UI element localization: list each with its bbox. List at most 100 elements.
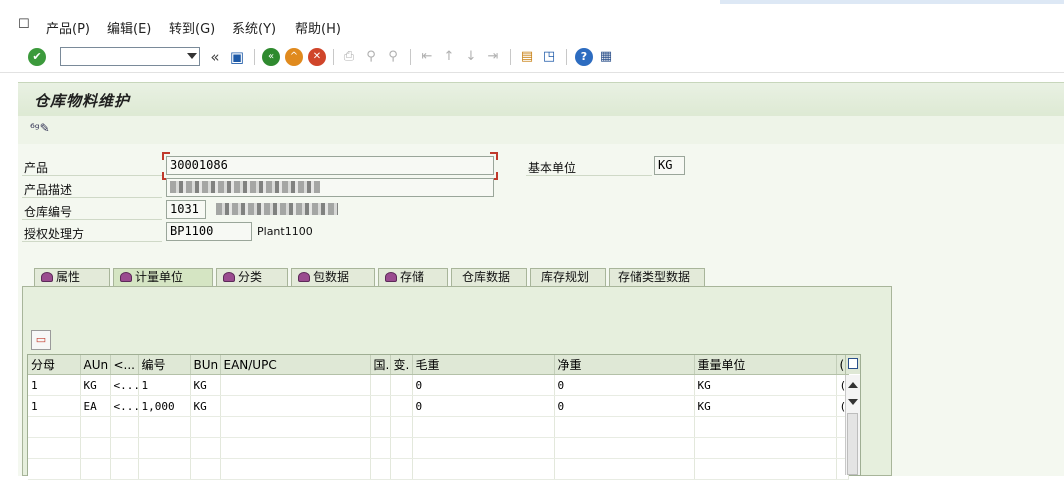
standard-toolbar: ✔ « ▣ « ^ ✕ ⎙ ⚲ ⚲ ⇤ ↑ ↓ ⇥ ▤ ◳ ? ▦ — [0, 43, 1064, 73]
table-row-empty[interactable] — [28, 416, 849, 438]
table-cell[interactable] — [390, 374, 413, 396]
menu-item-product[interactable]: 产品(P) — [46, 18, 90, 37]
column-header[interactable]: BUn — [190, 355, 221, 375]
column-header[interactable]: 净重 — [554, 355, 695, 375]
column-header[interactable]: 重量单位 — [694, 355, 837, 375]
last-page-icon[interactable]: ⇥ — [484, 48, 502, 66]
table-cell[interactable]: 1,000 — [138, 395, 191, 417]
column-header[interactable]: 毛重 — [412, 355, 555, 375]
tab-label: 属性 — [56, 270, 81, 284]
window-top-strip — [0, 0, 1064, 6]
tab-classification[interactable]: 分类 — [216, 268, 288, 286]
table-header-row: 分母 AUn <... 编号 BUn EAN/UPC 国. 变. 毛重 净重 重… — [28, 355, 849, 375]
table-cell[interactable]: 0 — [554, 374, 695, 396]
table-cell[interactable]: KG — [694, 374, 837, 396]
tab-storage[interactable]: 存储 — [378, 268, 448, 286]
table-cell[interactable]: 0 — [554, 395, 695, 417]
menu-item-system[interactable]: 系统(Y) — [232, 18, 276, 37]
table-cell[interactable]: 0 — [412, 395, 555, 417]
table-cell[interactable]: KG — [80, 374, 111, 396]
table-cell[interactable]: 0 — [412, 374, 555, 396]
menu-item-goto[interactable]: 转到(G) — [169, 18, 215, 37]
table-cell[interactable] — [370, 395, 391, 417]
column-header[interactable]: 编号 — [138, 355, 191, 375]
table-cell[interactable]: <... — [110, 395, 139, 417]
column-header[interactable]: 变. — [390, 355, 413, 375]
menu-item-edit[interactable]: 编辑(E) — [107, 18, 151, 37]
hat-icon — [298, 272, 310, 282]
create-session-icon[interactable]: ▤ — [518, 48, 536, 66]
prev-page-icon[interactable]: ↑ — [440, 48, 458, 66]
party-description: Plant1100 — [257, 225, 313, 238]
tab-warehouse-data[interactable]: 仓库数据 — [451, 268, 527, 286]
table-cell[interactable]: KG — [694, 395, 837, 417]
menu-bar: ☐ 产品(P) 编辑(E) 转到(G) 系统(Y) 帮助(H) — [0, 8, 1064, 42]
tab-packaging-data[interactable]: 包数据 — [291, 268, 375, 286]
column-header[interactable]: <... — [110, 355, 139, 375]
screen-title-bar: 仓库物料维护 — [18, 82, 1064, 117]
scroll-thumb[interactable] — [847, 413, 858, 475]
product-field[interactable]: 30001086 — [166, 156, 494, 175]
save-icon[interactable]: ▣ — [228, 48, 246, 66]
table-cell[interactable]: EA — [80, 395, 111, 417]
delete-row-button[interactable]: ▭ — [31, 330, 51, 350]
tab-units-of-measure[interactable]: 计量单位 — [113, 268, 213, 287]
table-cell[interactable] — [390, 395, 413, 417]
column-header[interactable]: EAN/UPC — [220, 355, 371, 375]
next-page-icon[interactable]: ↓ — [462, 48, 480, 66]
table-cell[interactable]: <... — [110, 374, 139, 396]
base-unit-field[interactable]: KG — [654, 156, 685, 175]
table-cell[interactable]: KG — [190, 395, 221, 417]
help-icon[interactable]: ? — [575, 48, 593, 66]
column-settings-button[interactable] — [845, 355, 860, 374]
party-label: 授权处理方 — [24, 227, 85, 241]
table-cell[interactable] — [370, 374, 391, 396]
scroll-down-icon[interactable] — [848, 399, 858, 405]
menu-item-help[interactable]: 帮助(H) — [295, 18, 341, 37]
print-icon[interactable]: ⎙ — [340, 48, 358, 66]
table-cell[interactable]: 1 — [138, 374, 191, 396]
customize-icon[interactable]: ▦ — [597, 48, 615, 66]
tab-label: 存储 — [400, 270, 425, 284]
window-top-accent — [720, 0, 1064, 4]
scroll-up-icon[interactable] — [848, 382, 858, 388]
shortcut-icon[interactable]: ◳ — [540, 48, 558, 66]
warehouse-field[interactable]: 1031 — [166, 200, 206, 219]
table-cell[interactable]: 1 — [28, 395, 81, 417]
display-change-icon[interactable]: ⁶ᵍ✎ — [30, 121, 50, 135]
redacted-description — [170, 181, 320, 193]
exit-icon[interactable]: ^ — [285, 48, 303, 66]
tab-label: 库存规划 — [541, 270, 590, 284]
table-cell[interactable] — [220, 374, 371, 396]
menu-window-icon[interactable]: ☐ — [18, 18, 32, 32]
find-next-icon[interactable]: ⚲ — [384, 48, 402, 66]
tab-storage-type-data[interactable]: 存储类型数据 — [609, 268, 705, 286]
table-cell[interactable]: KG — [190, 374, 221, 396]
command-field[interactable] — [60, 47, 200, 66]
table-cell[interactable]: 1 — [28, 374, 81, 396]
enter-icon[interactable]: ✔ — [28, 48, 46, 66]
column-header[interactable]: 分母 — [28, 355, 81, 375]
hat-icon — [41, 272, 53, 282]
focus-corner-tl — [162, 152, 170, 160]
back-double-icon[interactable]: « — [206, 48, 224, 66]
chevron-down-icon[interactable] — [187, 53, 197, 59]
vertical-scrollbar[interactable] — [845, 375, 860, 475]
party-field[interactable]: BP1100 — [166, 222, 252, 241]
tab-attributes[interactable]: 属性 — [34, 268, 110, 286]
table-cell[interactable] — [220, 395, 371, 417]
table-row[interactable]: 1 KG <... 1 KG 0 0 KG ( — [28, 374, 849, 396]
product-desc-label: 产品描述 — [24, 183, 73, 197]
first-page-icon[interactable]: ⇤ — [418, 48, 436, 66]
cancel-icon[interactable]: ✕ — [308, 48, 326, 66]
table-row-empty[interactable] — [28, 437, 849, 459]
column-header[interactable]: 国. — [370, 355, 391, 375]
tab-stock-planning[interactable]: 库存规划 — [530, 268, 606, 286]
table-row[interactable]: 1 EA <... 1,000 KG 0 0 KG ( — [28, 395, 849, 417]
table-row-empty[interactable] — [28, 458, 849, 480]
back-icon[interactable]: « — [262, 48, 280, 66]
find-icon[interactable]: ⚲ — [362, 48, 380, 66]
tab-label: 计量单位 — [135, 270, 184, 284]
hat-icon — [223, 272, 235, 282]
column-header[interactable]: AUn — [80, 355, 111, 375]
